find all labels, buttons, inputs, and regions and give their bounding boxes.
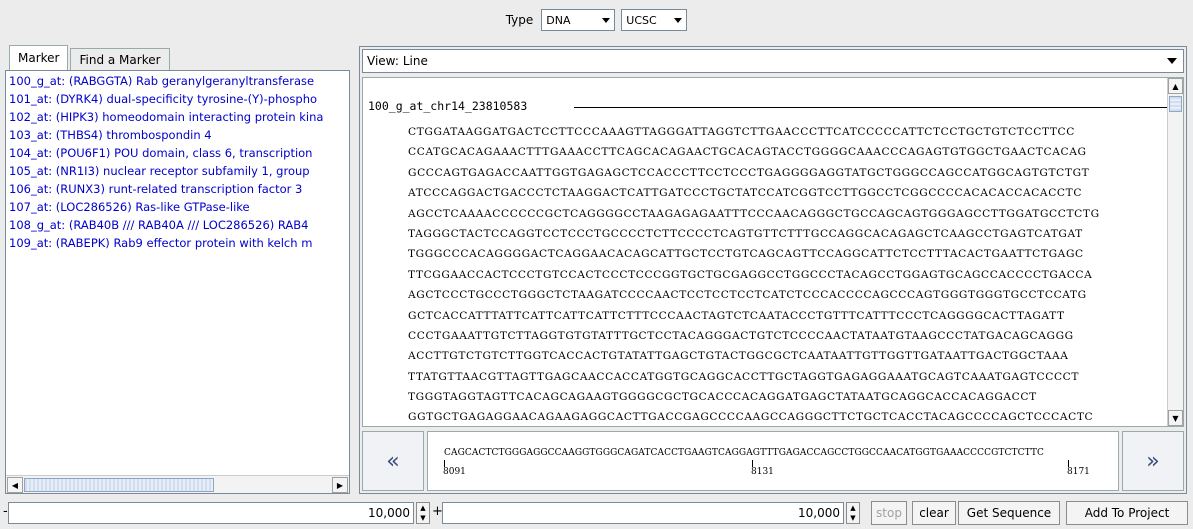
scan-sequence: CAGCACTCTGGGAGGCCAAGGTGGGCAGATCACCTGAAGT… — [444, 448, 1044, 458]
marker-list-item[interactable]: 103_at: (THBS4) thrombospondin 4 — [6, 126, 346, 144]
sequence-line: TTATGTTAACGTTAGTTGAGCAACCACCATGGTGCAGGCA… — [408, 370, 1080, 383]
type-select-value: DNA — [546, 13, 571, 27]
sequence-scan-view: CAGCACTCTGGGAGGCCAAGGTGGGCAGATCACCTGAAGT… — [427, 431, 1119, 491]
sequence-line: CCATGCACAGAAACTTTGAAACCTTCAGCACAGAACTGCA… — [408, 146, 1087, 159]
sequence-line: GGTGCTGAGAGGAACAGAAGAGGCACTTGACCGAGCCCCA… — [408, 411, 1094, 424]
tab-marker[interactable]: Marker — [9, 45, 69, 70]
sequence-line: CTGGATAAGGATGACTCCTTCCCAAAGTTAGGGATTAGGT… — [408, 126, 1075, 138]
sequence-panel: View: Line 100_g_at_chr14_23810583 CTGGA… — [359, 46, 1187, 494]
sequence-line: TAGGGCTACTCCAGGTCCTCCCTGCCCCTCTTCCCCTCAG… — [408, 227, 1083, 240]
top-toolbar: Type DNA UCSC — [0, 0, 1193, 40]
downstream-stepper[interactable]: ▲ ▼ — [846, 502, 860, 524]
chevron-down-icon — [1167, 58, 1177, 64]
next-button[interactable]: » — [1122, 431, 1184, 491]
upstream-stepper[interactable]: ▲ ▼ — [416, 502, 430, 524]
chevron-down-icon — [674, 17, 683, 23]
double-chevron-right-icon: » — [1146, 448, 1160, 474]
sequence-line: TGGGTAGGTAGTTCACAGCAGAAGTGGGGCGCTGCACCCA… — [408, 391, 1037, 404]
sequence-line: AGCCTCAAAACCCCCCGCTCAGGGGCCTAAGAGAGAATTT… — [408, 207, 1100, 220]
marker-tabs: Marker Find a Marker — [5, 42, 172, 70]
view-select[interactable]: View: Line — [362, 49, 1184, 73]
tick-mark — [752, 460, 753, 467]
marker-list-item[interactable]: 109_at: (RABEPK) Rab9 effector protein w… — [6, 234, 346, 252]
tab-find-a-marker[interactable]: Find a Marker — [70, 48, 170, 70]
source-select[interactable]: UCSC — [621, 9, 688, 31]
view-label: View: — [367, 54, 399, 68]
marker-list-item[interactable]: 107_at: (LOC286526) Ras-like GTPase-like — [6, 198, 346, 216]
marker-list-item[interactable]: 101_at: (DYRK4) dual-specificity tyrosin… — [6, 90, 346, 108]
sequence-line: GCCCAGTGAGACCAATTGGTGAGAGCTCCACCCTTCCTCC… — [408, 166, 1090, 179]
scroll-thumb[interactable] — [1169, 96, 1182, 112]
arrow-up-icon[interactable]: ▲ — [847, 503, 859, 513]
minus-label: - — [3, 504, 8, 519]
scroll-right-icon[interactable]: ▶ — [332, 477, 348, 493]
horizontal-scrollbar[interactable]: ◀ ▶ — [6, 475, 349, 493]
downstream-input[interactable]: 10,000 — [442, 502, 844, 524]
sequence-line: AGCTCCCTGCCCTGGGCTCTAAGATCCCCAACTCCTCCTC… — [408, 289, 1087, 302]
chevron-down-icon — [602, 17, 611, 23]
scroll-down-icon[interactable]: ▼ — [1168, 410, 1183, 426]
vertical-scrollbar[interactable]: ▲ ▼ — [1167, 78, 1183, 426]
previous-button[interactable]: « — [362, 431, 424, 491]
sequence-view: 100_g_at_chr14_23810583 CTGGATAAGGATGACT… — [362, 77, 1184, 427]
marker-list-item[interactable]: 100_g_at: (RABGGTA) Rab geranylgeranyltr… — [6, 72, 346, 90]
scroll-left-icon[interactable]: ◀ — [7, 477, 23, 493]
scroll-up-icon[interactable]: ▲ — [1168, 78, 1183, 94]
tick-mark — [1068, 460, 1069, 467]
sequence-line: CCCTGAAATTGTCTTAGGTGTGTATTTGCTCCTACAGGGA… — [408, 329, 1074, 342]
sequence-line: ATCCCAGGACTGACCCTCTAAGGACTCATTGATCCCTGCT… — [408, 187, 1083, 200]
arrow-down-icon[interactable]: ▼ — [417, 513, 429, 523]
stop-button[interactable]: stop — [871, 501, 907, 525]
sequence-title-rule — [574, 107, 1172, 108]
marker-list-box: 100_g_at: (RABGGTA) Rab geranylgeranyltr… — [5, 70, 350, 494]
double-chevron-left-icon: « — [386, 448, 400, 474]
add-to-project-button[interactable]: Add To Project — [1066, 501, 1188, 525]
marker-list-item[interactable]: 102_at: (HIPK3) homeodomain interacting … — [6, 108, 346, 126]
tick-label: 8171 — [1067, 467, 1090, 477]
sequence-title: 100_g_at_chr14_23810583 — [368, 99, 528, 113]
tick-label: 8091 — [443, 467, 466, 477]
marker-list-item[interactable]: 104_at: (POU6F1) POU domain, class 6, tr… — [6, 144, 346, 162]
tick-mark — [444, 460, 445, 467]
sequence-line: ACCTTGTCTGTCTTGGTCACCACTGTATATTGAGCTGTAC… — [408, 350, 1069, 363]
view-select-value: Line — [402, 54, 428, 68]
sequence-line: GCTCACCATTTATTCATTCATTCATTCTTTCCCAACTAGT… — [408, 309, 1065, 322]
upstream-input[interactable]: 10,000 — [8, 502, 414, 524]
marker-list-item[interactable]: 105_at: (NR1I3) nuclear receptor subfami… — [6, 162, 346, 180]
marker-list-item[interactable]: 108_g_at: (RAB40B /// RAB40A /// LOC2865… — [6, 216, 346, 234]
marker-panel: Marker Find a Marker 100_g_at: (RABGGTA)… — [5, 42, 350, 494]
arrow-down-icon[interactable]: ▼ — [847, 513, 859, 523]
tick-label: 8131 — [751, 467, 774, 477]
arrow-up-icon[interactable]: ▲ — [417, 503, 429, 513]
clear-button[interactable]: clear — [912, 501, 956, 525]
sequence-lines: CTGGATAAGGATGACTCCTTCCCAAAGTTAGGGATTAGGT… — [408, 122, 1100, 426]
sequence-line: TTCGGAACCACTCCCTGTCCACTCCCTCCCGGTGCTGCGA… — [408, 268, 1093, 281]
marker-list: 100_g_at: (RABGGTA) Rab geranylgeranyltr… — [6, 71, 346, 471]
marker-list-item[interactable]: 106_at: (RUNX3) runt-related transcripti… — [6, 180, 346, 198]
get-sequence-button[interactable]: Get Sequence — [958, 501, 1060, 525]
source-select-value: UCSC — [626, 13, 657, 27]
scroll-thumb[interactable] — [24, 478, 214, 492]
sequence-line: TGGGCCCACAGGGGACTCAGGAACACAGCATTGCTCCTGT… — [408, 248, 1084, 261]
sequence-navigator: « CAGCACTCTGGGAGGCCAAGGTGGGCAGATCACCTGAA… — [362, 431, 1184, 491]
type-select[interactable]: DNA — [541, 9, 616, 31]
type-label: Type — [505, 13, 534, 27]
